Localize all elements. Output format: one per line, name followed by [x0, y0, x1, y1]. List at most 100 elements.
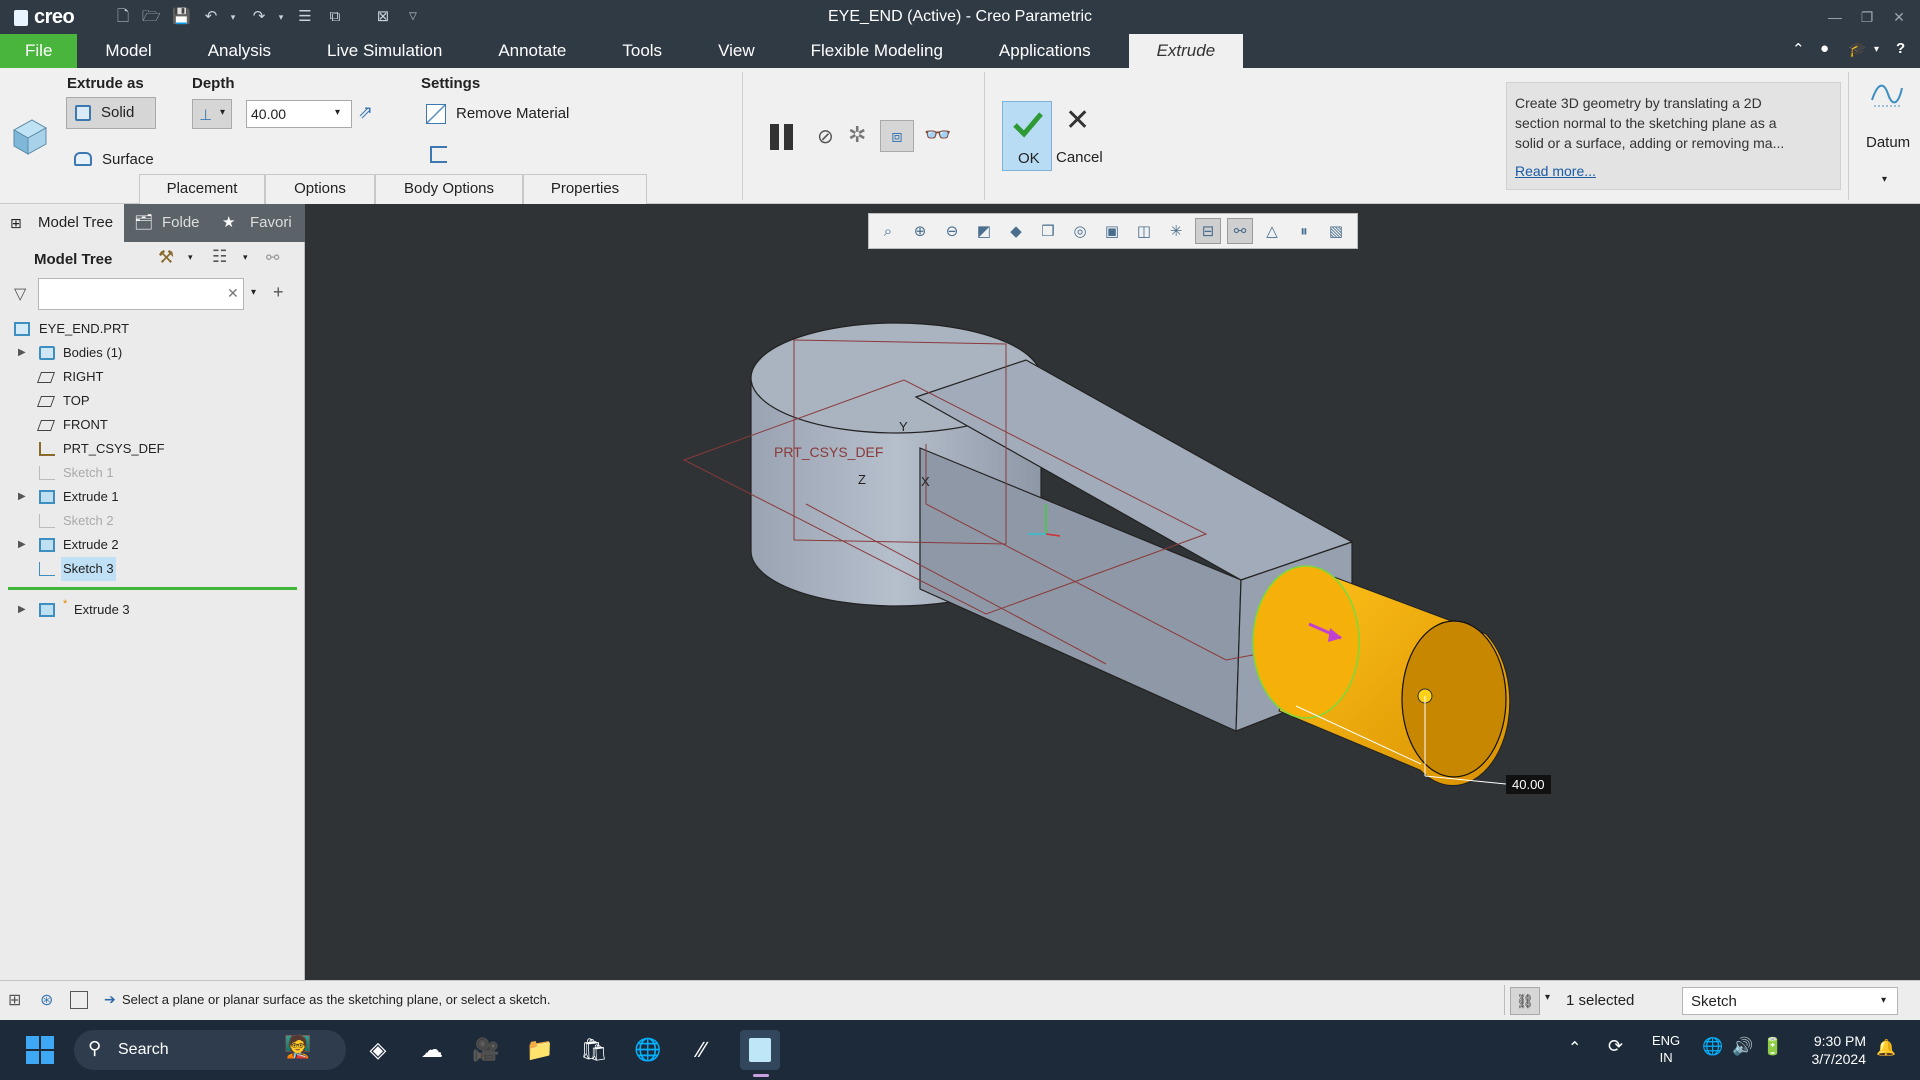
copilot-icon[interactable]: ◈ — [358, 1030, 398, 1070]
show-browser-icon[interactable]: ⊛ — [40, 990, 53, 1010]
extrude-preview-end-face[interactable] — [1401, 620, 1507, 778]
spin-center-icon[interactable]: △ — [1259, 218, 1285, 244]
selection-dropdown-icon[interactable]: ▾ — [1545, 992, 1550, 1003]
tab-options[interactable]: Options — [265, 174, 375, 204]
refit-icon[interactable]: ⌕ — [875, 218, 901, 244]
tree-filter-display-icon[interactable]: ⚯ — [266, 248, 279, 268]
tree-settings-dropdown-icon[interactable]: ▾ — [188, 252, 193, 263]
cancel-button[interactable]: ✕ Cancel — [1054, 101, 1104, 171]
clear-search-icon[interactable]: ✕ — [227, 285, 239, 302]
search-dropdown-icon[interactable]: ▾ — [251, 287, 256, 298]
graphics-viewport[interactable]: PRT_CSYS_DEF Y Z X 40.00 — [306, 204, 1920, 980]
display-style-icon[interactable]: ◆ — [1003, 218, 1029, 244]
appearance-gallery-icon[interactable]: ▧ — [1323, 218, 1349, 244]
tree-item-sketch-3[interactable]: Sketch 3 — [0, 557, 300, 581]
expand-arrow-icon[interactable]: ▶ — [18, 485, 26, 509]
tree-columns-icon[interactable]: ☷ — [212, 247, 227, 267]
filter-icon[interactable]: ▽ — [14, 284, 26, 304]
tab-model-tree[interactable]: ⊞ Model Tree — [0, 204, 124, 242]
insert-indicator[interactable] — [8, 587, 297, 590]
tree-item-prt-csys-def[interactable]: PRT_CSYS_DEF — [0, 437, 300, 461]
repaint-icon[interactable]: ◩ — [971, 218, 997, 244]
tab-applications[interactable]: Applications — [971, 34, 1119, 68]
add-filter-icon[interactable]: + — [273, 282, 284, 303]
tree-item-top[interactable]: TOP — [0, 389, 300, 413]
close-icon[interactable]: ✕ — [1886, 6, 1912, 28]
minimize-icon[interactable]: — — [1822, 6, 1848, 28]
ok-button[interactable]: OK — [1002, 101, 1052, 171]
tree-item-right[interactable]: RIGHT — [0, 365, 300, 389]
depth-type-button[interactable]: ⊥ ▾ — [192, 99, 232, 129]
tree-item-extrude-3[interactable]: ▶ * Extrude 3 — [0, 598, 300, 622]
tab-model[interactable]: Model — [77, 34, 179, 68]
tree-search-input[interactable]: ✕ — [38, 278, 244, 310]
tree-item-sketch-1[interactable]: Sketch 1 — [0, 461, 300, 485]
teams-meeting-icon[interactable]: 🎥 — [466, 1030, 506, 1070]
tab-extrude[interactable]: Extrude — [1128, 34, 1244, 68]
tree-item-front[interactable]: FRONT — [0, 413, 300, 437]
file-explorer-icon[interactable]: 📁 — [520, 1030, 560, 1070]
pause-button[interactable] — [768, 122, 798, 152]
tab-properties[interactable]: Properties — [523, 174, 647, 204]
section-icon[interactable]: ◫ — [1131, 218, 1157, 244]
no-preview-icon[interactable]: ⊘ — [817, 124, 834, 149]
preview-geometry-icon[interactable]: ✲ — [848, 122, 866, 148]
part-body[interactable] — [682, 322, 1511, 787]
selection-filter-icon[interactable]: ⛓ — [1510, 987, 1540, 1015]
perspective-view-icon[interactable]: ▣ — [1099, 218, 1125, 244]
microsoft-store-icon[interactable]: 🛍 — [574, 1030, 614, 1070]
volume-icon[interactable]: 🔊 — [1732, 1037, 1753, 1057]
expand-arrow-icon[interactable]: ▶ — [18, 533, 26, 557]
tree-item-bodies[interactable]: ▶ Bodies (1) — [0, 341, 300, 365]
thicken-sketch-button[interactable] — [428, 144, 450, 166]
verify-mode-icon[interactable]: 👓 — [924, 122, 951, 148]
windows-start-icon[interactable] — [20, 1030, 60, 1070]
tab-analysis[interactable]: Analysis — [180, 34, 299, 68]
tree-item-extrude-1[interactable]: ▶ Extrude 1 — [0, 485, 300, 509]
tab-tools[interactable]: Tools — [594, 34, 690, 68]
pause-animation-icon[interactable]: ⏸ — [1291, 218, 1317, 244]
saved-orientations-icon[interactable]: ❒ — [1035, 218, 1061, 244]
collapse-ribbon-icon[interactable]: ⌃ — [1792, 40, 1805, 58]
help-dropdown-icon[interactable]: ▾ — [1874, 44, 1879, 55]
language-indicator[interactable]: ENG IN — [1652, 1032, 1680, 1066]
weather-icon[interactable]: ☁ — [412, 1030, 452, 1070]
tree-columns-dropdown-icon[interactable]: ▾ — [243, 252, 248, 263]
model-canvas[interactable] — [306, 204, 1920, 980]
selection-filter-select[interactable]: Sketch ▾ — [1682, 987, 1898, 1015]
zoom-out-icon[interactable]: ⊖ — [939, 218, 965, 244]
preview-with-sketch-icon[interactable]: ⧈ — [880, 120, 914, 152]
graduation-cap-icon[interactable]: 🎓 — [1848, 40, 1867, 58]
surface-button[interactable]: Surface — [66, 146, 166, 174]
notifications-bell-icon[interactable]: 🔔 — [1876, 1038, 1896, 1058]
annotation-display-icon[interactable]: ⚯ — [1227, 218, 1253, 244]
remove-material-button[interactable]: Remove Material — [424, 102, 584, 128]
network-icon[interactable]: 🌐 — [1702, 1037, 1723, 1057]
expand-arrow-icon[interactable]: ▶ — [18, 598, 26, 622]
flip-direction-icon[interactable]: ⇗ — [358, 102, 373, 123]
tab-annotate[interactable]: Annotate — [470, 34, 594, 68]
tab-body-options[interactable]: Body Options — [375, 174, 523, 204]
tab-view[interactable]: View — [690, 34, 783, 68]
datum-dropdown-icon[interactable]: ▾ — [1882, 174, 1887, 185]
datum-display-filters-icon[interactable]: ✳ — [1163, 218, 1189, 244]
expand-arrow-icon[interactable]: ▶ — [18, 341, 26, 365]
creo-taskbar-icon[interactable] — [740, 1030, 780, 1070]
tab-placement[interactable]: Placement — [139, 174, 265, 204]
edge-browser-icon[interactable]: 🌐 — [628, 1030, 668, 1070]
tab-live-simulation[interactable]: Live Simulation — [299, 34, 470, 68]
mathcad-icon[interactable]: ∕∕ — [682, 1030, 722, 1070]
show-navigator-icon[interactable]: ⊞ — [8, 990, 21, 1010]
battery-icon[interactable]: 🔋 — [1762, 1037, 1783, 1057]
tab-flexible-modeling[interactable]: Flexible Modeling — [783, 34, 971, 68]
restore-icon[interactable]: ❐ — [1854, 6, 1880, 28]
show-hidden-icons-icon[interactable]: ⌃ — [1568, 1038, 1581, 1058]
tree-item-extrude-2[interactable]: ▶ Extrude 2 — [0, 533, 300, 557]
tree-settings-icon[interactable]: ⚒ — [158, 247, 174, 268]
help-icon[interactable]: ? — [1896, 40, 1905, 57]
zoom-in-icon[interactable]: ⊕ — [907, 218, 933, 244]
tab-favorites[interactable]: ★ Favori — [218, 204, 304, 242]
solid-button[interactable]: Solid — [66, 97, 156, 129]
full-screen-icon[interactable] — [70, 991, 88, 1009]
view-manager-icon[interactable]: ◎ — [1067, 218, 1093, 244]
